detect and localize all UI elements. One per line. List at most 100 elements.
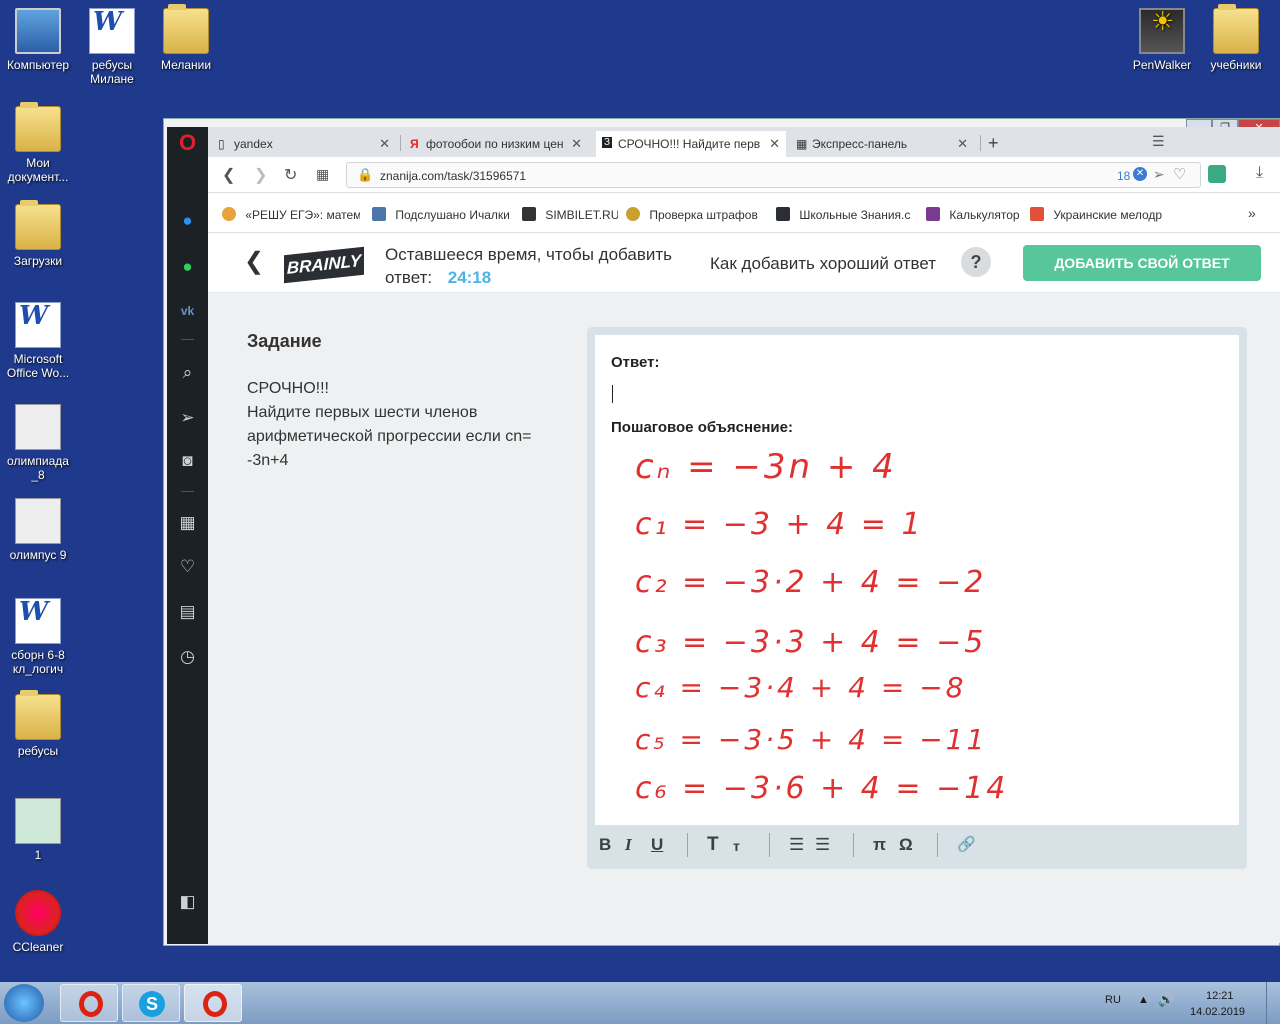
tab-fotooboi[interactable]: Я фотообои по низким цен ✕ [404, 131, 588, 157]
back-chevron-icon[interactable]: ❮ [244, 247, 264, 276]
history-icon[interactable]: ◷ [167, 647, 208, 667]
heart-icon[interactable]: ♡ [167, 557, 208, 577]
underline-button[interactable]: U [651, 835, 663, 855]
vpn-icon[interactable] [1208, 165, 1226, 183]
new-tab-button[interactable]: + [988, 133, 999, 154]
show-desktop-button[interactable] [1266, 982, 1280, 1024]
desktop-icon-label: сборн 6-8 кл_логич [11, 648, 65, 676]
bookmark-kalkulyator[interactable]: Калькулятор [926, 207, 1022, 222]
camera-icon[interactable]: ◙ [167, 451, 208, 471]
omega-symbol-button[interactable]: Ω [899, 835, 913, 855]
download-icon[interactable]: ⤓ [1256, 164, 1263, 182]
bullet-list-button[interactable]: ☰ [815, 835, 830, 855]
tab-express-panel[interactable]: ▦ Экспресс-панель ✕ [790, 131, 974, 157]
help-icon[interactable]: ? [961, 247, 991, 277]
taskbar-opera-2[interactable] [184, 984, 242, 1022]
desktop-icon-label: учебники [1210, 58, 1262, 72]
bookmark-simbilet[interactable]: SIMBILET.RU [522, 207, 618, 222]
messenger-icon[interactable]: ● [167, 211, 208, 231]
close-tab-icon[interactable]: ✕ [957, 136, 968, 152]
tab-divider [400, 135, 401, 151]
add-answer-button[interactable]: ДОБАВИТЬ СВОЙ ОТВЕТ [1023, 245, 1261, 281]
yandex-icon: Я [410, 137, 419, 151]
close-tab-icon[interactable]: ✕ [769, 136, 780, 152]
taskbar-opera-1[interactable] [60, 984, 118, 1022]
desktop-icon-olimpiada[interactable]: олимпиада _8 [0, 404, 76, 482]
news-icon[interactable]: ▤ [167, 602, 208, 622]
desktop-icon-penwalker[interactable]: PenWalker [1124, 8, 1200, 72]
bookmark-ukrainskie-melodramy[interactable]: Украинские мелодр [1030, 207, 1170, 222]
ordered-list-button[interactable]: ☰ [789, 835, 804, 855]
heading-large-button[interactable]: T [707, 834, 719, 856]
desktop-icon-rebusy[interactable]: ребусы [0, 690, 76, 758]
desktop-icon-my-documents[interactable]: Мои документ... [0, 102, 76, 184]
reshu-ege-icon [222, 207, 236, 221]
bookmark-reshu-ege[interactable]: «РЕШУ ЕГЭ»: матема [222, 207, 360, 222]
back-icon[interactable]: ❮ [222, 165, 235, 185]
desktop-icon-ccleaner[interactable]: CCleaner [0, 890, 76, 954]
speed-dial-icon[interactable]: ▦ [167, 513, 208, 533]
vk-icon[interactable]: vk [167, 301, 208, 321]
close-tab-icon[interactable]: ✕ [571, 136, 582, 152]
clock-time[interactable]: 12:21 [1206, 990, 1234, 1002]
image-thumbnail-icon [15, 798, 61, 844]
tab-yandex[interactable]: ▯ yandex ✕ [212, 131, 396, 157]
desktop-icon-uchebniki[interactable]: учебники [1198, 4, 1274, 72]
attach-icon[interactable]: 🔗 [957, 835, 976, 853]
search-icon[interactable]: ⌕ [167, 363, 208, 383]
task-line: СРОЧНО!!! [247, 380, 329, 397]
bookmark-label: «РЕШУ ЕГЭ»: матема [245, 208, 360, 222]
whatsapp-icon[interactable]: ● [167, 257, 208, 277]
tab-srochno[interactable]: З СРОЧНО!!! Найдите перв ✕ [596, 131, 786, 157]
text-cursor [612, 385, 613, 403]
more-bookmarks-icon[interactable]: » [1248, 205, 1256, 221]
bookmark-proverka-shtrafov[interactable]: Проверка штрафов [626, 207, 766, 222]
tray-arrow-icon[interactable]: ▲ [1138, 994, 1149, 1006]
language-indicator[interactable]: RU [1105, 994, 1121, 1006]
desktop-icon-word[interactable]: Microsoft Office Wo... [0, 302, 76, 380]
bookmark-label: Подслушано Ичалки [395, 208, 510, 222]
sidebar-toggle-icon[interactable]: ◧ [167, 892, 208, 912]
reload-icon[interactable]: ↻ [284, 165, 297, 185]
clock-date[interactable]: 14.02.2019 [1190, 1006, 1245, 1018]
simbilet-icon [522, 207, 536, 221]
how-to-answer-link[interactable]: Как добавить хороший ответ [710, 254, 936, 274]
znanija-icon: З [602, 137, 613, 148]
close-tab-icon[interactable]: ✕ [379, 136, 390, 152]
desktop-icon-downloads[interactable]: Загрузки [0, 200, 76, 268]
adblock-shield-icon[interactable]: ✕ [1133, 167, 1147, 181]
desktop-icon-1[interactable]: 1 [0, 798, 76, 862]
desktop-icon-computer[interactable]: Компьютер [0, 8, 76, 72]
url-field[interactable]: 🔒 znanija.com/task/31596571 18 ✕ ➢ ♡ [346, 162, 1201, 188]
bookmark-podslushano[interactable]: Подслушано Ичалки [372, 207, 512, 222]
explanation-label: Пошаговое объяснение: [611, 419, 793, 436]
desktop-icon-rebusy-milane[interactable]: ребусы Милане [74, 8, 150, 86]
volume-icon[interactable]: 🔊 [1158, 992, 1174, 1008]
pi-symbol-button[interactable]: π [873, 835, 886, 855]
desktop-icon-melanii[interactable]: Мелании [148, 4, 224, 72]
sidebar-divider [181, 491, 194, 492]
bookmark-heart-icon[interactable]: ♡ [1173, 165, 1186, 183]
opera-logo-icon[interactable]: O [167, 132, 208, 154]
brainly-logo[interactable]: BRAINLY [284, 246, 364, 284]
italic-button[interactable]: I [625, 835, 632, 855]
desktop-icon-olimpus[interactable]: олимпус 9 [0, 498, 76, 562]
bold-button[interactable]: B [599, 835, 611, 855]
tabs-grid-icon[interactable]: ▦ [316, 166, 329, 183]
tab-menu-icon[interactable]: ☰ [1152, 133, 1165, 150]
bookmark-shkolnye-znaniya[interactable]: Школьные Знания.с [776, 207, 916, 222]
bookmark-label: SIMBILET.RU [545, 208, 618, 222]
desktop-icon-label: ребусы Милане [90, 58, 134, 86]
send-page-icon[interactable]: ➢ [1153, 166, 1165, 183]
handwritten-line: c₁ = −3 + 4 = 1 [635, 507, 924, 542]
heading-small-button[interactable]: т [733, 838, 740, 854]
desktop-icon-label: Microsoft Office Wo... [6, 352, 70, 380]
editor-body[interactable]: Ответ: Пошаговое объяснение: cₙ = −3n + … [595, 335, 1239, 825]
desktop-icon-sborn[interactable]: сборн 6-8 кл_логич [0, 598, 76, 676]
desktop-icon-label: олимпус 9 [9, 548, 67, 562]
forward-icon[interactable]: ❯ [254, 165, 267, 185]
send-icon[interactable]: ➢ [167, 408, 208, 428]
taskbar-skype[interactable]: S [122, 984, 180, 1022]
adblock-count[interactable]: 18 [1117, 169, 1130, 183]
start-button[interactable] [4, 984, 44, 1022]
